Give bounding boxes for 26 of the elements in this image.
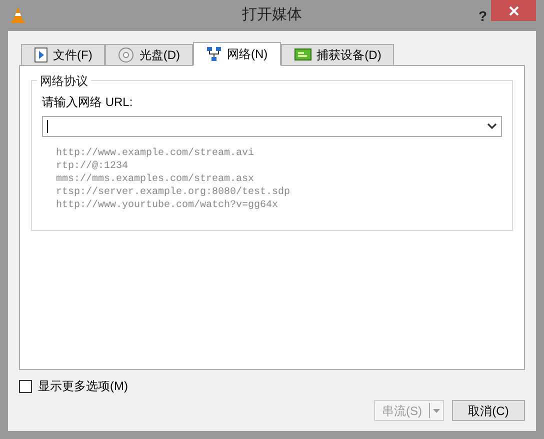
field-label: 请输入网络 URL:	[42, 94, 134, 111]
group-title: 网络协议	[37, 72, 91, 90]
example-url: http://www.example.com/stream.avi	[56, 147, 256, 160]
window-title: 打开媒体	[242, 5, 302, 26]
checkbox-label: 显示更多选项(M)	[38, 378, 128, 395]
example-url: rtsp://server.example.org:8080/test.sdp	[56, 186, 292, 199]
capture-card-icon	[294, 48, 312, 62]
caret-icon	[433, 408, 440, 412]
disc-icon	[118, 47, 134, 63]
tab[interactable]: 光盘(D)	[105, 44, 193, 65]
example-url: mms://mms.examples.com/stream.asx	[56, 173, 256, 186]
play-file-icon	[34, 47, 48, 63]
close-icon	[508, 6, 518, 16]
tab[interactable]: 文件(F)	[21, 44, 106, 65]
network-icon	[206, 46, 222, 62]
help-button[interactable]: ?	[478, 6, 487, 27]
text-cursor	[47, 120, 48, 133]
checkbox[interactable]	[19, 380, 32, 392]
traffic-cone-icon	[10, 6, 26, 24]
close-button[interactable]	[491, 0, 536, 21]
example-url: rtp://@:1234	[56, 160, 130, 173]
tab[interactable]: 网络(N)	[193, 42, 281, 66]
example-url: http://www.yourtube.com/watch?v=gg64x	[56, 199, 280, 212]
chevron-down-icon	[487, 123, 497, 130]
cancel-button[interactable]: 取消(C)	[452, 400, 525, 421]
tab[interactable]: 捕获设备(D)	[280, 44, 394, 65]
